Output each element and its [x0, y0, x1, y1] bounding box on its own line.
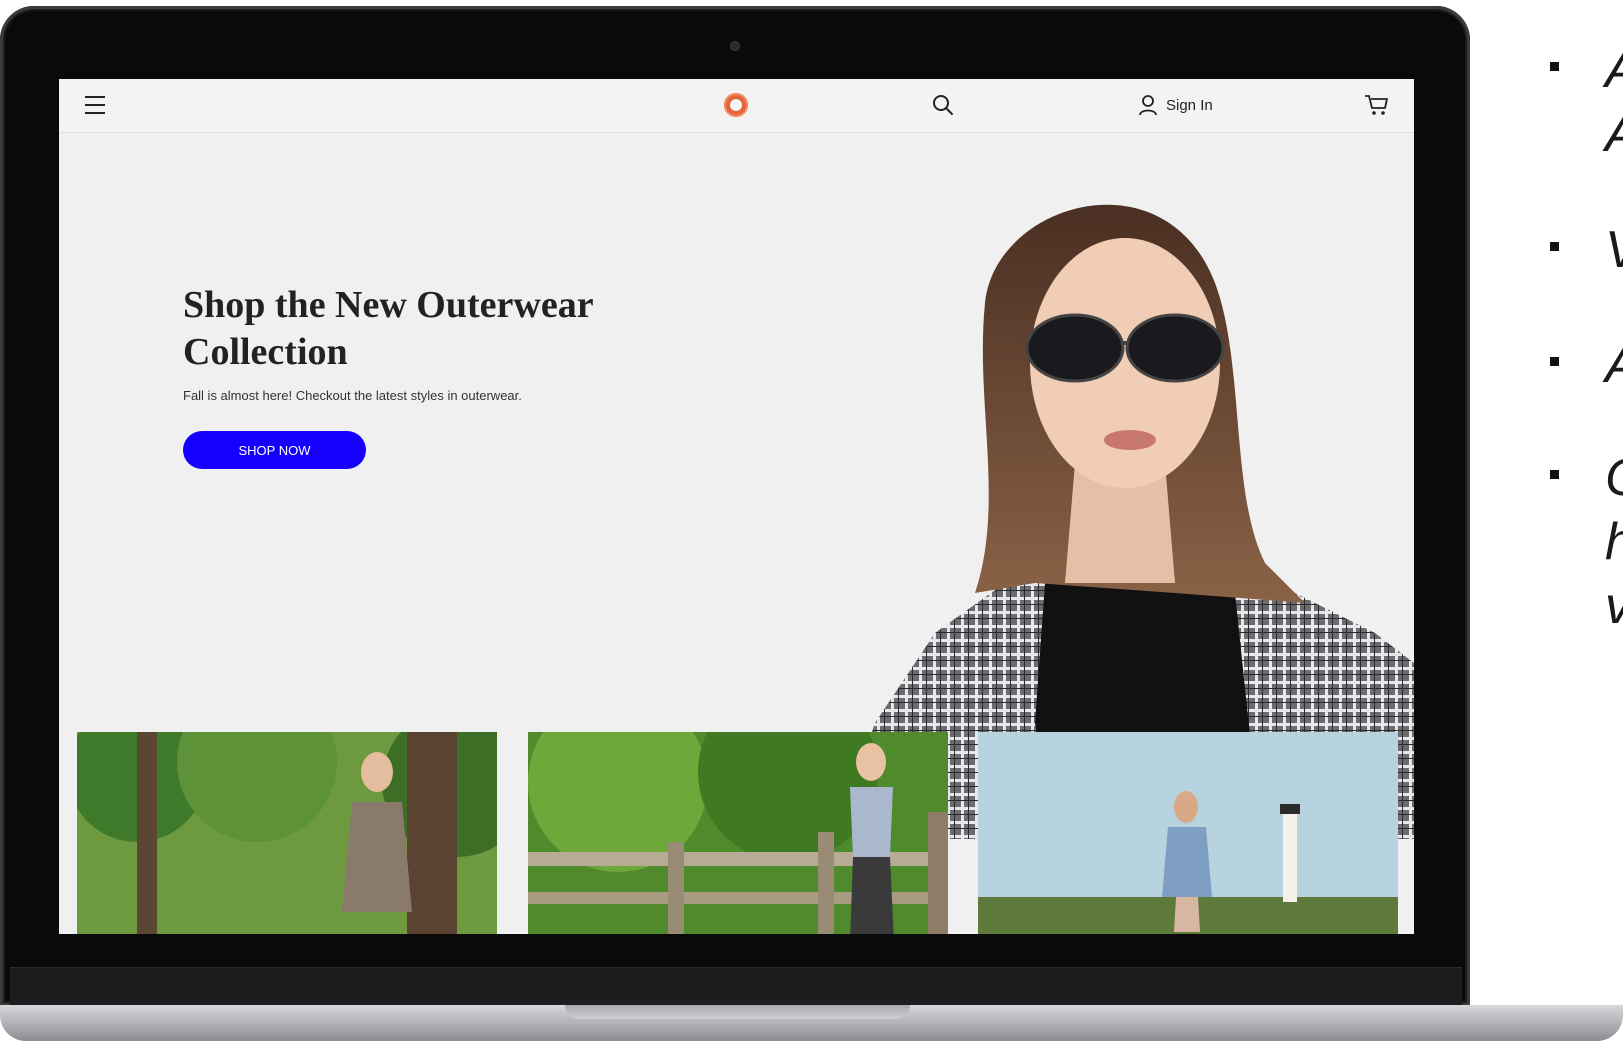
bullet-list: A A V A C h v	[1550, 40, 1623, 660]
hero-subtitle: Fall is almost here! Checkout the latest…	[183, 388, 522, 403]
product-tile-fence[interactable]	[528, 732, 948, 934]
browser-screen: Sign In Shop the New Outerwear Collectio…	[59, 79, 1414, 934]
hero-title: Shop the New Outerwear Collection	[183, 284, 593, 373]
top-navbar: Sign In	[59, 79, 1414, 133]
camera-icon	[730, 41, 740, 51]
product-tile-lighthouse[interactable]	[978, 732, 1398, 934]
user-icon	[1139, 95, 1157, 116]
sign-in-label: Sign In	[1166, 96, 1213, 114]
cart-icon[interactable]	[1364, 93, 1390, 117]
laptop-base-notch	[565, 1005, 910, 1019]
laptop-bottom-bezel	[10, 967, 1462, 1006]
product-tile-forest[interactable]	[77, 732, 497, 934]
logo-icon[interactable]	[724, 93, 748, 117]
sign-in-link[interactable]: Sign In	[1138, 93, 1213, 117]
search-icon[interactable]	[931, 93, 955, 117]
shop-now-button[interactable]: SHOP NOW	[183, 431, 366, 469]
menu-icon[interactable]	[85, 96, 105, 114]
